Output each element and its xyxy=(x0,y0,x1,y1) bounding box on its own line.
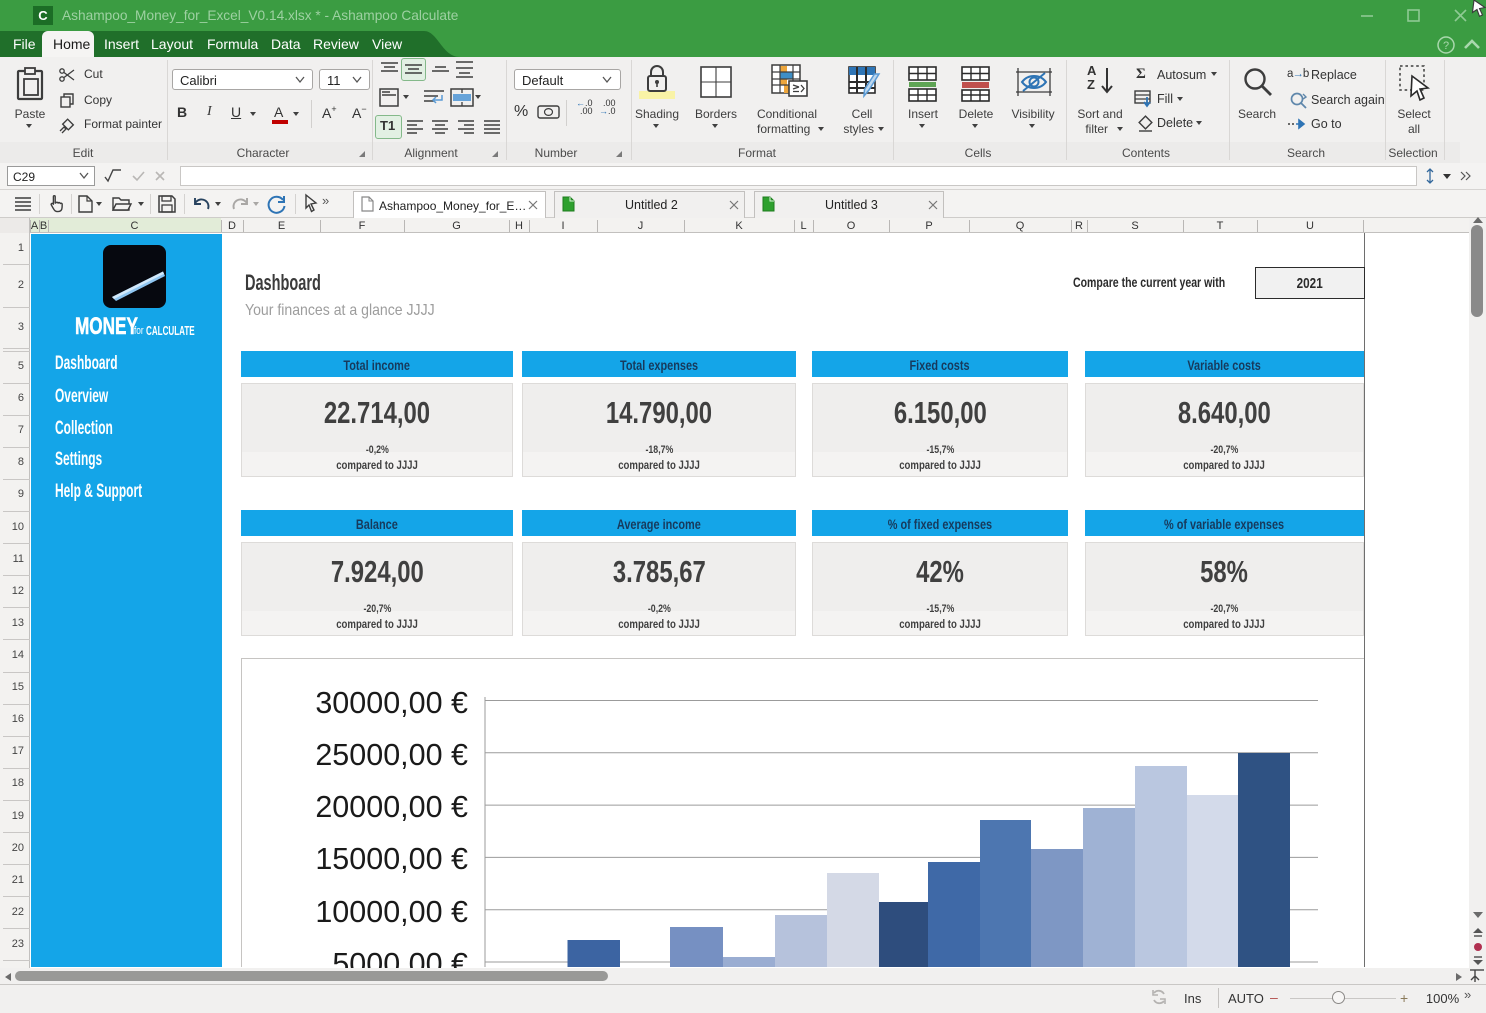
svg-text:?: ? xyxy=(1443,40,1449,52)
